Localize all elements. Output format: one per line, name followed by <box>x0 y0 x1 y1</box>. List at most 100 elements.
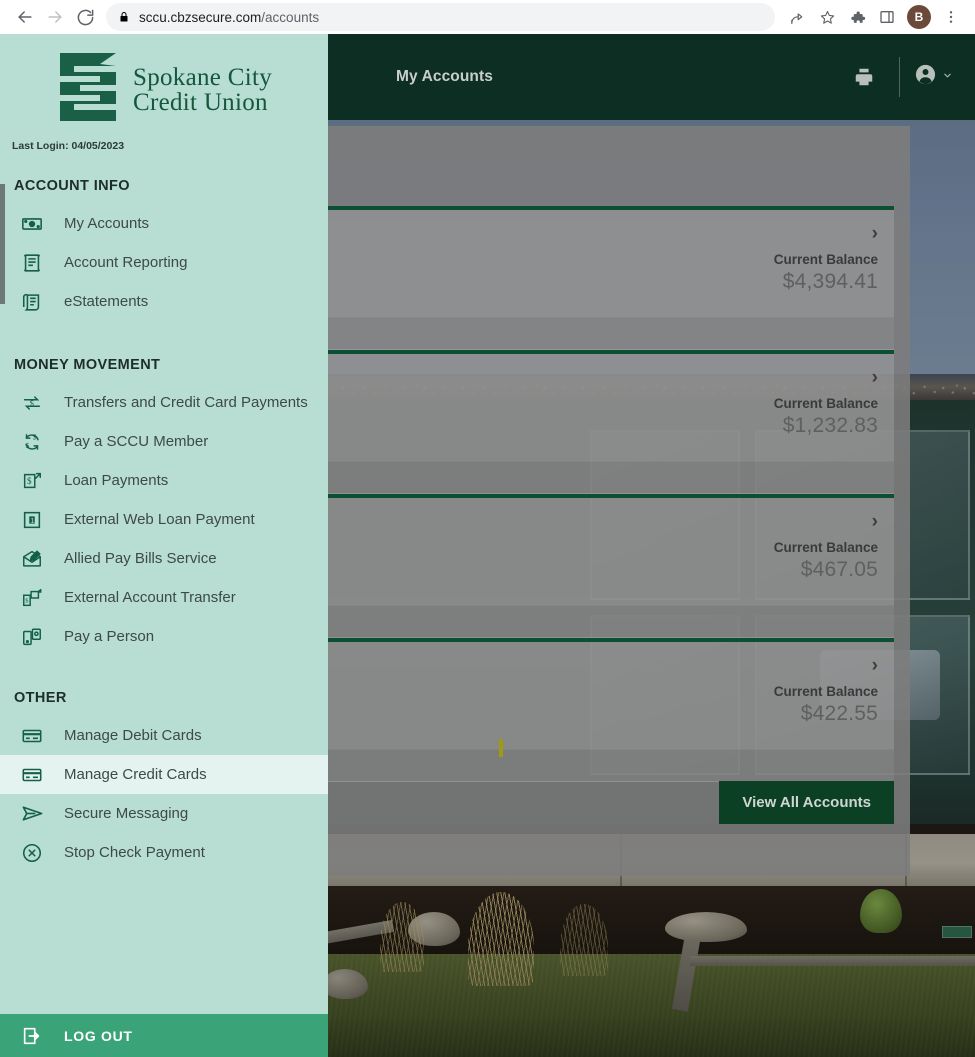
svg-text:$: $ <box>26 440 30 449</box>
sidebar-item-label: eStatements <box>64 292 148 311</box>
browser-forward-button[interactable] <box>40 2 70 32</box>
sidebar-item-label: Account Reporting <box>64 253 187 272</box>
address-bar-url: sccu.cbzsecure.com/accounts <box>139 10 319 25</box>
brand-logo[interactable]: Spokane City Credit Union <box>0 34 328 129</box>
logout-arrow-icon <box>0 1025 64 1047</box>
sidebar-item-label: Pay a SCCU Member <box>64 432 208 451</box>
sidebar-item-label: External Web Loan Payment <box>64 510 255 529</box>
share-icon[interactable] <box>783 3 811 31</box>
browser-toolbar: sccu.cbzsecure.com/accounts B <box>0 0 975 34</box>
brand-line-1: Spokane City <box>133 65 272 90</box>
sidebar-item-stop-check-payment[interactable]: Stop Check Payment <box>0 833 328 872</box>
svg-text:$: $ <box>27 476 32 486</box>
document-one-icon: 1 <box>0 509 64 531</box>
phone-payment-icon <box>0 626 64 648</box>
sidebar-item-transfers-and-credit-card-payments[interactable]: $ Transfers and Credit Card Payments <box>0 383 328 422</box>
current-balance-label: Current Balance <box>774 396 878 411</box>
brand-line-2: Credit Union <box>133 90 272 115</box>
browser-back-button[interactable] <box>10 2 40 32</box>
inline-highlight-marker <box>499 739 503 757</box>
credit-card-icon <box>0 725 64 747</box>
sidebar-item-external-account-transfer[interactable]: $ External Account Transfer <box>0 578 328 617</box>
chevron-right-icon[interactable]: › <box>774 224 878 243</box>
account-card-summary: › Current Balance $1,232.83 <box>774 368 878 438</box>
current-balance-label: Current Balance <box>774 252 878 267</box>
circle-x-icon <box>0 842 64 864</box>
current-balance-value: $4,394.41 <box>774 270 878 294</box>
sidebar-item-label: Manage Debit Cards <box>64 726 202 745</box>
sidebar-item-label: Loan Payments <box>64 471 168 490</box>
extensions-puzzle-icon[interactable] <box>843 3 871 31</box>
lock-icon <box>118 10 130 24</box>
account-card-summary: › Current Balance $4,394.41 <box>774 224 878 294</box>
svg-text:$: $ <box>30 398 34 407</box>
dollar-note-arrow-icon: $ <box>0 470 64 492</box>
sidebar-scrollbar[interactable] <box>0 184 5 304</box>
sidebar-item-loan-payments[interactable]: $ Loan Payments <box>0 461 328 500</box>
sidebar-section-title-other: OTHER <box>14 690 328 706</box>
sccu-s-monogram-icon <box>56 50 124 129</box>
transfer-arrows-dollar-icon: $ <box>0 392 64 414</box>
chevron-right-icon[interactable]: › <box>774 656 878 675</box>
sidebar-section-title-money-movement: MONEY MOVEMENT <box>14 357 328 373</box>
chevron-right-icon[interactable]: › <box>774 512 878 531</box>
print-icon[interactable] <box>843 56 885 98</box>
current-balance-label: Current Balance <box>774 540 878 555</box>
three-dot-menu-icon[interactable] <box>937 3 965 31</box>
sidebar-item-label: Manage Credit Cards <box>64 765 207 784</box>
sidebar-item-my-accounts[interactable]: My Accounts <box>0 204 328 243</box>
sidebar-item-label: Stop Check Payment <box>64 843 205 862</box>
sidebar-item-estatements[interactable]: eStatements <box>0 282 328 321</box>
svg-text:$: $ <box>25 597 28 604</box>
brand-wordmark: Spokane City Credit Union <box>133 65 272 115</box>
sidebar-item-external-web-loan-payment[interactable]: 1 External Web Loan Payment <box>0 500 328 539</box>
sidebar-section-title-account-info: ACCOUNT INFO <box>14 178 328 194</box>
sidebar-item-manage-credit-cards[interactable]: Manage Credit Cards <box>0 755 328 794</box>
sidebar-item-pay-a-sccu-member[interactable]: $ $ Pay a SCCU Member <box>0 422 328 461</box>
side-panel-icon[interactable] <box>873 3 901 31</box>
paper-plane-icon <box>0 802 64 825</box>
chevron-down-icon <box>942 68 953 86</box>
browser-toolbar-icons: B <box>783 3 965 31</box>
current-balance-value: $467.05 <box>774 558 878 582</box>
current-balance-value: $1,232.83 <box>774 414 878 438</box>
bank-transfer-icon: $ <box>0 587 64 609</box>
logout-label: LOG OUT <box>64 1028 133 1044</box>
banknote-icon <box>0 213 64 235</box>
url-path: /accounts <box>261 10 319 25</box>
sidebar-item-allied-pay-bills-service[interactable]: Allied Pay Bills Service <box>0 539 328 578</box>
current-balance-label: Current Balance <box>774 684 878 699</box>
page-viewport: › Current Balance $4,394.41 › Current Ba… <box>0 34 975 1057</box>
browser-reload-button[interactable] <box>70 2 100 32</box>
address-bar[interactable]: sccu.cbzsecure.com/accounts <box>106 3 775 31</box>
last-login-text: Last Login: 04/05/2023 <box>12 140 328 152</box>
sidebar-item-pay-a-person[interactable]: Pay a Person <box>0 617 328 656</box>
view-all-accounts-button[interactable]: View All Accounts <box>719 781 894 824</box>
svg-text:$: $ <box>33 432 37 441</box>
svg-text:1: 1 <box>30 515 34 524</box>
envelope-pencil-icon <box>0 548 64 570</box>
account-card-summary: › Current Balance $422.55 <box>774 656 878 726</box>
report-document-icon <box>0 252 64 274</box>
header-actions <box>843 56 953 98</box>
sidebar-item-label: External Account Transfer <box>64 588 236 607</box>
sidebar-item-secure-messaging[interactable]: Secure Messaging <box>0 794 328 833</box>
current-balance-value: $422.55 <box>774 702 878 726</box>
user-menu-button[interactable] <box>914 63 953 91</box>
sidebar-item-label: Allied Pay Bills Service <box>64 549 217 568</box>
sidebar-item-label: Secure Messaging <box>64 804 188 823</box>
account-card-summary: › Current Balance $467.05 <box>774 512 878 582</box>
credit-card-icon <box>0 764 64 786</box>
logout-button[interactable]: LOG OUT <box>0 1014 328 1057</box>
circular-arrows-dollar-icon: $ $ <box>0 431 64 453</box>
sidebar-item-account-reporting[interactable]: Account Reporting <box>0 243 328 282</box>
browser-profile-avatar[interactable]: B <box>907 5 931 29</box>
view-all-accounts-wrapper: View All Accounts <box>719 781 894 824</box>
chevron-right-icon[interactable]: › <box>774 368 878 387</box>
page-title: My Accounts <box>396 68 493 86</box>
header-divider <box>899 57 900 97</box>
sidebar-item-label: Pay a Person <box>64 627 154 646</box>
bookmark-star-icon[interactable] <box>813 3 841 31</box>
sidebar-item-manage-debit-cards[interactable]: Manage Debit Cards <box>0 716 328 755</box>
user-account-icon <box>914 63 937 91</box>
